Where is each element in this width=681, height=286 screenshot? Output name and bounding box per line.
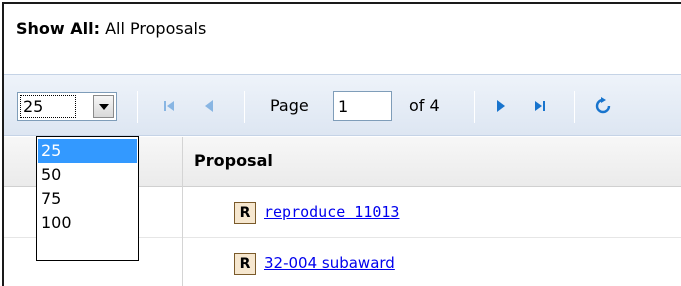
chevron-down-icon: [99, 104, 109, 110]
page-size-select[interactable]: 25: [17, 92, 117, 121]
last-page-icon[interactable]: [531, 97, 549, 115]
previous-page-icon[interactable]: [200, 97, 218, 115]
page-size-options-list: 25 50 75 100: [36, 136, 139, 261]
first-page-icon[interactable]: [160, 97, 178, 115]
page-size-option-100[interactable]: 100: [38, 211, 137, 235]
toolbar-separator: [574, 91, 575, 123]
page-size-dropdown-button[interactable]: [93, 95, 114, 118]
record-badge: R: [234, 202, 256, 224]
show-all-label: Show All:: [16, 19, 101, 38]
proposal-link[interactable]: reproduce 11013: [264, 203, 399, 221]
show-all-title: Show All: All Proposals: [16, 19, 206, 38]
toolbar-separator: [137, 91, 138, 123]
current-page-input[interactable]: [333, 91, 392, 121]
next-page-icon[interactable]: [492, 97, 510, 115]
toolbar-separator: [474, 91, 475, 123]
proposals-panel: Show All: All Proposals 25 Page of 4: [2, 2, 681, 286]
page-label: Page: [270, 96, 309, 115]
column-divider: [182, 137, 183, 286]
panel-header: Show All: All Proposals: [4, 4, 681, 64]
page-size-option-50[interactable]: 50: [38, 163, 137, 187]
refresh-icon[interactable]: [594, 97, 612, 115]
paging-toolbar: 25 Page of 4: [4, 74, 681, 136]
show-all-value: All Proposals: [105, 19, 207, 38]
proposal-column-header[interactable]: Proposal: [194, 151, 273, 170]
total-pages-label: of 4: [409, 96, 440, 115]
page-size-option-75[interactable]: 75: [38, 187, 137, 211]
proposal-link[interactable]: 32-004 subaward: [264, 254, 395, 272]
page-size-value: 25: [23, 97, 44, 116]
toolbar-separator: [244, 91, 245, 123]
record-badge: R: [234, 253, 256, 275]
page-size-option-25[interactable]: 25: [38, 139, 137, 163]
